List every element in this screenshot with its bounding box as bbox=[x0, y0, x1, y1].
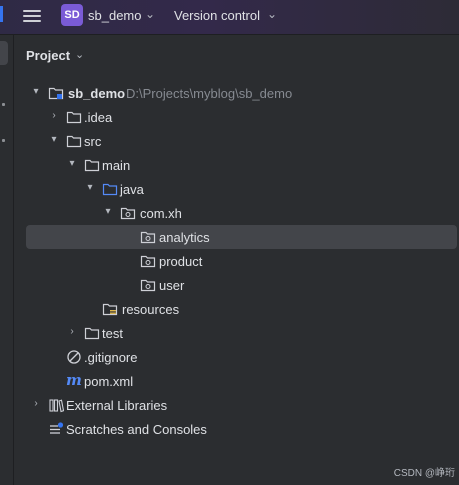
tree-item-root[interactable]: ▾ sb_demo D:\Projects\myblog\sb_demo bbox=[26, 81, 457, 105]
tree-item-label: .idea bbox=[84, 110, 113, 125]
tree-item-idea[interactable]: › .idea bbox=[26, 105, 457, 129]
tool-dot-icon[interactable] bbox=[2, 139, 5, 142]
project-name-dropdown[interactable]: sb_demo bbox=[88, 8, 141, 23]
package-icon bbox=[140, 255, 156, 268]
tool-window-strip bbox=[0, 35, 14, 485]
chevron-right-icon[interactable]: › bbox=[48, 110, 60, 122]
main-menu-icon[interactable] bbox=[23, 7, 41, 25]
chevron-down-icon[interactable]: ⌄ bbox=[145, 7, 155, 21]
chevron-down-icon[interactable]: ⌄ bbox=[267, 7, 277, 21]
tree-item-label: com.xh bbox=[140, 206, 182, 221]
tree-item-user[interactable]: user bbox=[26, 273, 457, 297]
project-path: D:\Projects\myblog\sb_demo bbox=[126, 86, 293, 101]
tree-item-label: main bbox=[102, 158, 131, 173]
ignore-file-icon bbox=[67, 350, 81, 364]
tree-item-label: test bbox=[102, 326, 123, 341]
source-folder-icon bbox=[102, 183, 118, 196]
chevron-right-icon[interactable]: › bbox=[66, 326, 78, 338]
tree-item-external-libraries[interactable]: › External Libraries bbox=[26, 393, 457, 417]
tree-item-analytics[interactable]: analytics bbox=[26, 225, 457, 249]
chevron-down-icon[interactable]: ▾ bbox=[30, 86, 42, 98]
version-control-dropdown[interactable]: Version control bbox=[174, 8, 260, 23]
package-icon bbox=[140, 279, 156, 292]
tree-item-label: user bbox=[159, 278, 185, 293]
folder-icon bbox=[84, 327, 100, 340]
package-icon bbox=[120, 207, 136, 220]
tree-item-java[interactable]: ▾ java bbox=[26, 177, 457, 201]
project-badge[interactable]: SD bbox=[61, 4, 83, 26]
tree-item-label: pom.xml bbox=[84, 374, 134, 389]
chevron-down-icon[interactable]: ⌄ bbox=[75, 48, 84, 61]
active-tool-indicator bbox=[0, 6, 3, 22]
scratches-icon bbox=[50, 422, 64, 434]
tree-item-label: Scratches and Consoles bbox=[66, 422, 207, 437]
chevron-down-icon[interactable]: ▾ bbox=[48, 134, 60, 146]
tree-item-test[interactable]: › test bbox=[26, 321, 457, 345]
tree-item-pom[interactable]: m pom.xml bbox=[26, 369, 457, 393]
folder-icon bbox=[66, 111, 82, 124]
watermark: CSDN @峥珩 bbox=[393, 468, 455, 479]
tree-item-label: .gitignore bbox=[84, 350, 138, 365]
tree-item-src[interactable]: ▾ src bbox=[26, 129, 457, 153]
tree-item-gitignore[interactable]: .gitignore bbox=[26, 345, 457, 369]
folder-icon bbox=[84, 159, 100, 172]
tree-item-label: analytics bbox=[159, 230, 210, 245]
tool-dot-icon[interactable] bbox=[2, 103, 5, 106]
tree-item-scratches[interactable]: Scratches and Consoles bbox=[26, 417, 457, 441]
title-bar: SD sb_demo ⌄ Version control ⌄ bbox=[0, 0, 459, 35]
tree-item-label: java bbox=[120, 182, 144, 197]
tree-item-main[interactable]: ▾ main bbox=[26, 153, 457, 177]
resources-folder-icon bbox=[102, 303, 118, 316]
library-icon bbox=[49, 399, 64, 413]
chevron-right-icon[interactable]: › bbox=[30, 398, 42, 410]
tree-item-resources[interactable]: resources bbox=[26, 297, 457, 321]
tree-item-label: sb_demo bbox=[68, 86, 126, 101]
tree-item-product[interactable]: product bbox=[26, 249, 457, 273]
tree-item-label: src bbox=[84, 134, 102, 149]
chevron-down-icon[interactable]: ▾ bbox=[84, 182, 96, 194]
project-tool-button[interactable] bbox=[0, 41, 8, 65]
tree-item-label: product bbox=[159, 254, 203, 269]
chevron-down-icon[interactable]: ▾ bbox=[102, 206, 114, 218]
package-icon bbox=[140, 231, 156, 244]
tree-item-package[interactable]: ▾ com.xh bbox=[26, 201, 457, 225]
module-folder-icon bbox=[48, 87, 64, 100]
tree-item-label: resources bbox=[122, 302, 180, 317]
tree-item-label: External Libraries bbox=[66, 398, 168, 413]
panel-title[interactable]: Project bbox=[26, 48, 70, 63]
folder-icon bbox=[66, 135, 82, 148]
chevron-down-icon[interactable]: ▾ bbox=[66, 158, 78, 170]
maven-icon: m bbox=[66, 371, 82, 389]
